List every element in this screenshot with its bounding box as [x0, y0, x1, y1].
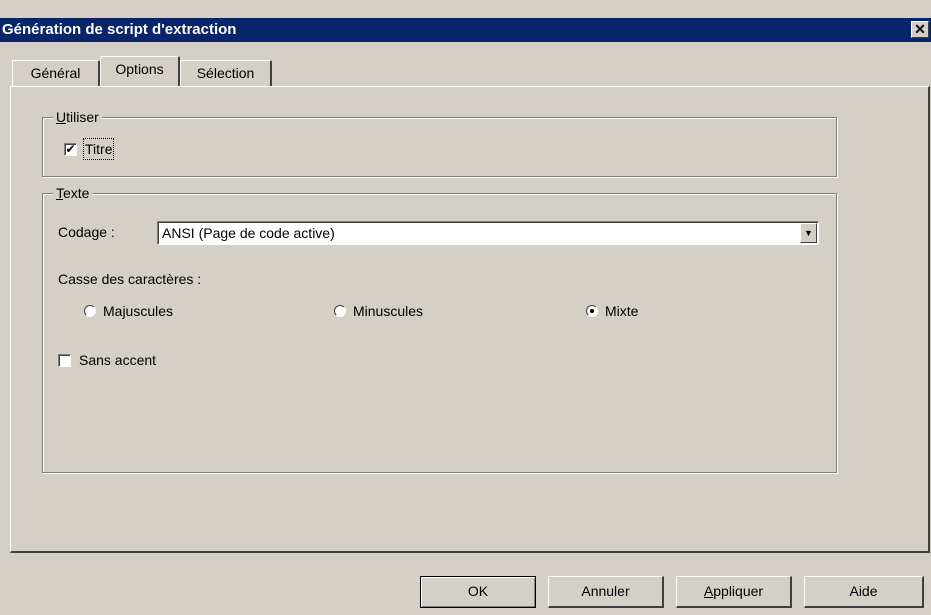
dropdown-arrow-icon[interactable]: ▼ [800, 223, 817, 243]
radio-mixed[interactable] [586, 305, 598, 317]
radio-lowercase[interactable] [334, 305, 346, 317]
tab-options[interactable]: Options [100, 56, 180, 86]
ok-button[interactable]: OK [420, 576, 536, 608]
title-checkbox[interactable]: ✔ [64, 143, 77, 156]
window-title: Génération de script d'extraction [2, 21, 237, 38]
apply-button[interactable]: Appliquer [676, 576, 792, 608]
use-group-legend: Utiliser [53, 108, 102, 126]
no-accent-label[interactable]: Sans accent [79, 351, 156, 369]
encoding-value: ANSI (Page de code active) [162, 225, 335, 241]
tab-selection[interactable]: Sélection [180, 60, 272, 86]
dialog-window: Génération de script d'extraction ✕ Géné… [0, 0, 931, 615]
tab-general-label: Général [30, 65, 81, 81]
use-group: Utiliser ✔ Titre [42, 108, 837, 177]
radio-lowercase-label[interactable]: Minuscules [353, 302, 423, 320]
cancel-button-label: Annuler [581, 583, 630, 599]
options-tab-panel: Utiliser ✔ Titre Texte Codage : ANSI (Pa… [10, 86, 930, 553]
radio-mixed-label[interactable]: Mixte [605, 302, 638, 320]
tab-options-label: Options [115, 61, 164, 77]
text-group-legend: Texte [53, 184, 93, 202]
tab-selection-label: Sélection [196, 65, 255, 81]
help-button-label: Aide [849, 583, 878, 599]
encoding-label: Codage : [58, 224, 115, 240]
title-checkbox-label[interactable]: Titre [82, 138, 115, 160]
radio-uppercase[interactable] [84, 305, 96, 317]
check-icon: ✔ [65, 142, 76, 156]
help-button[interactable]: Aide [804, 576, 924, 608]
close-icon[interactable]: ✕ [911, 21, 929, 38]
radio-uppercase-label[interactable]: Majuscules [103, 302, 173, 320]
tab-general[interactable]: Général [12, 60, 100, 86]
cancel-button[interactable]: Annuler [548, 576, 664, 608]
case-label: Casse des caractères : [58, 271, 202, 287]
text-group: Texte Codage : ANSI (Page de code active… [42, 184, 837, 473]
title-bar[interactable]: Génération de script d'extraction ✕ [0, 18, 931, 42]
encoding-select[interactable]: ANSI (Page de code active) ▼ [157, 221, 819, 245]
radio-selected-dot [590, 309, 594, 313]
no-accent-checkbox[interactable] [58, 354, 71, 367]
ok-button-label: OK [467, 583, 489, 599]
apply-button-label: Appliquer [703, 583, 764, 599]
